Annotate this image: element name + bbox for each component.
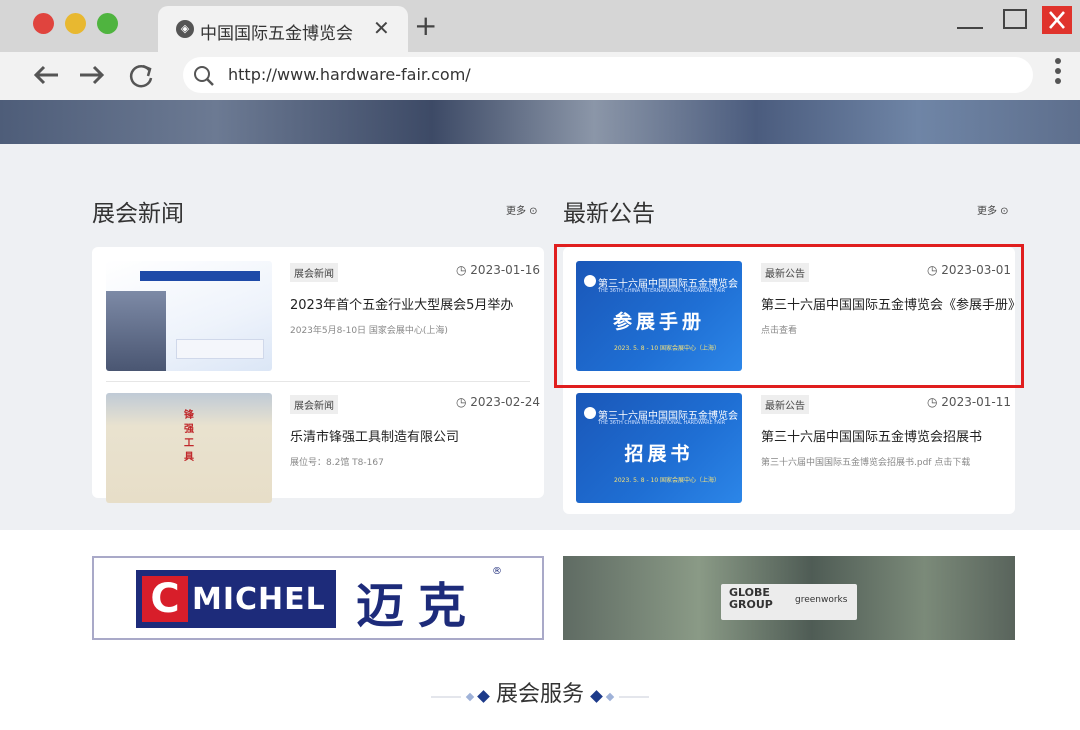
factory-sign: 锋强工具 [184, 410, 194, 463]
notices-section-title: 最新公告 [563, 201, 655, 227]
notice-thumb-2[interactable]: 第三十六届中国国际五金博览会 THE 36TH CHINA INTERNATIO… [576, 393, 742, 503]
poster-icons [176, 339, 264, 359]
new-tab-icon[interactable]: + [414, 12, 437, 40]
news-date-2: ◷ 2023-02-24 [456, 395, 541, 409]
globe-group-ad-banner[interactable]: GLOBE GROUP greenworks [563, 556, 1015, 640]
news-title-2[interactable]: 乐清市锋强工具制造有限公司 [290, 426, 459, 445]
highlight-box [554, 244, 1024, 388]
notices-more-link[interactable]: 更多 ⊙ [977, 202, 1009, 217]
news-more-link[interactable]: 更多 ⊙ [506, 202, 538, 217]
michel-logo: C MICHEL [136, 570, 336, 628]
news-thumb-1[interactable] [106, 261, 272, 371]
news-title-1[interactable]: 2023年首个五金行业大型展会5月举办 [290, 294, 513, 313]
browser-toolbar: http://www.hardware-fair.com/ [0, 52, 1080, 100]
services-heading: 展会服务 [0, 676, 1080, 708]
hero-banner [0, 100, 1080, 144]
greenworks-text: greenworks [795, 595, 848, 605]
reload-icon[interactable] [127, 62, 155, 90]
news-tag-2: 展会新闻 [290, 395, 338, 414]
news-subtitle-1: 2023年5月8-10日 国家会展中心(上海) [290, 326, 448, 336]
back-arrow-icon[interactable] [32, 64, 60, 86]
michel-chinese-name: 迈克 [356, 578, 481, 634]
news-date-2-text: 2023-02-24 [470, 395, 541, 409]
news-subtitle-2: 展位号：8.2馆 T8-167 [290, 458, 384, 468]
fair-logo-icon [584, 407, 596, 419]
michel-c-mark: C [142, 576, 188, 622]
notice-thumb-2-sub: THE 36TH CHINA INTERNATIONAL HARDWARE FA… [598, 420, 726, 426]
close-icon[interactable] [1042, 6, 1072, 34]
browser-chrome: ◈ 中国国际五金博览会 ✕ + http://www.hardware-fair… [0, 0, 1080, 100]
minimize-icon[interactable] [955, 6, 985, 34]
notice-subtitle-2[interactable]: 第三十六届中国国际五金博览会招展书.pdf 点击下载 [761, 455, 970, 468]
news-section-title: 展会新闻 [92, 201, 184, 227]
news-date-1-text: 2023-01-16 [470, 263, 541, 277]
maximize-icon[interactable] [1000, 6, 1030, 34]
maximize-window-dot[interactable] [97, 13, 118, 34]
tab-title: 中国国际五金博览会 [200, 24, 353, 44]
registered-mark: ® [492, 566, 502, 577]
crowd-photo [106, 291, 166, 371]
news-date-1: ◷ 2023-01-16 [456, 263, 541, 277]
news-card: 展会新闻 ◷ 2023-01-16 2023年首个五金行业大型展会5月举办 20… [92, 247, 544, 503]
news-thumb-2[interactable]: 锋强工具 [106, 393, 272, 503]
notice-thumb-2-foot: 2023. 5. 8 - 10 国家会展中心（上海） [614, 477, 721, 484]
left-ornament-icon [430, 689, 490, 703]
notice-date-2-text: 2023-01-11 [941, 395, 1012, 409]
poster-headline-bar [140, 271, 260, 281]
forward-arrow-icon[interactable] [78, 64, 106, 86]
notice-tag-2: 最新公告 [761, 395, 809, 414]
news-tag-1: 展会新闻 [290, 263, 338, 282]
notice-title-2[interactable]: 第三十六届中国国际五金博览会招展书 [761, 426, 982, 445]
site-favicon-icon: ◈ [176, 20, 194, 38]
address-bar[interactable]: http://www.hardware-fair.com/ [183, 57, 1033, 93]
michel-wordmark: MICHEL [192, 582, 326, 617]
right-ornament-icon [590, 689, 650, 703]
notice-thumb-2-main: 招展书 [624, 443, 694, 465]
menu-kebab-icon[interactable] [1055, 58, 1061, 88]
browser-tab[interactable]: ◈ 中国国际五金博览会 ✕ [158, 6, 408, 52]
tab-close-icon[interactable]: ✕ [373, 16, 390, 40]
minimize-window-dot[interactable] [65, 13, 86, 34]
close-window-dot[interactable] [33, 13, 54, 34]
notice-date-2: ◷ 2023-01-11 [927, 395, 1012, 409]
search-icon [194, 66, 214, 86]
globe-group-text: GLOBE GROUP [729, 586, 773, 611]
news-divider [106, 381, 530, 382]
url-text[interactable]: http://www.hardware-fair.com/ [228, 65, 471, 84]
michel-ad-banner[interactable]: C MICHEL 迈克 ® [92, 556, 544, 640]
services-title: 展会服务 [495, 682, 584, 707]
globe-group-logo: GLOBE GROUP greenworks [721, 584, 857, 620]
